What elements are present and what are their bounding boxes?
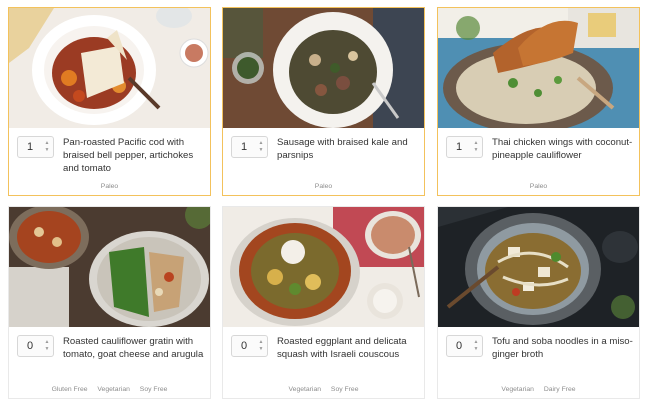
meal-info: 0 ▲ ▼ Roasted eggplant and delicata squas… <box>223 327 424 399</box>
diet-tag: Soy Free <box>330 386 359 393</box>
quantity-value[interactable]: 1 <box>447 137 471 157</box>
meal-photo <box>438 8 639 128</box>
quantity-stepper[interactable]: 0 ▲ ▼ <box>446 335 483 357</box>
meal-photo <box>9 8 210 128</box>
up-down-arrows-icon[interactable]: ▲ ▼ <box>473 140 479 154</box>
meal-info: 0 ▲ ▼ Tofu and soba noodles in a miso-gin… <box>438 327 639 399</box>
up-down-arrows-icon[interactable]: ▲ ▼ <box>44 140 50 154</box>
quantity-stepper[interactable]: 1 ▲ ▼ <box>446 136 483 158</box>
diet-tag: Paleo <box>100 183 119 190</box>
up-down-arrows-icon[interactable]: ▲ ▼ <box>473 339 479 353</box>
meal-tags: Paleo <box>223 183 424 190</box>
up-down-arrows-icon[interactable]: ▲ ▼ <box>44 339 50 353</box>
quantity-stepper[interactable]: 0 ▲ ▼ <box>17 335 54 357</box>
meal-title: Roasted eggplant and delicata squash wit… <box>277 336 407 361</box>
meal-photo <box>223 8 424 128</box>
meal-info: 1 ▲ ▼ Sausage with braised kale and parsn… <box>223 128 424 196</box>
quantity-stepper[interactable]: 1 ▲ ▼ <box>17 136 54 158</box>
quantity-stepper[interactable]: 1 ▲ ▼ <box>231 136 268 158</box>
diet-tag: Dairy Free <box>543 386 576 393</box>
meal-info: 0 ▲ ▼ Roasted cauliflower gratin with tom… <box>9 327 210 399</box>
quantity-value[interactable]: 0 <box>18 336 42 356</box>
meal-grid: 1 ▲ ▼ Pan-roasted Pacific cod with braise… <box>0 0 648 403</box>
meal-title: Roasted cauliflower gratin with tomato, … <box>63 336 204 361</box>
meal-info: 1 ▲ ▼ Thai chicken wings with coconut-pin… <box>438 128 639 196</box>
meal-tags: Gluten Free Vegetarian Soy Free <box>9 386 210 393</box>
meal-title: Pan-roasted Pacific cod with braised bel… <box>63 137 194 175</box>
meal-card[interactable]: 0 ▲ ▼ Tofu and soba noodles in a miso-gin… <box>437 206 640 399</box>
meal-card[interactable]: 1 ▲ ▼ Pan-roasted Pacific cod with braise… <box>8 7 211 196</box>
meal-photo <box>438 207 639 327</box>
quantity-value[interactable]: 0 <box>447 336 471 356</box>
meal-title: Tofu and soba noodles in a miso-ginger b… <box>492 336 633 361</box>
meal-tags: Vegetarian Dairy Free <box>438 386 639 393</box>
meal-card[interactable]: 0 ▲ ▼ Roasted cauliflower gratin with tom… <box>8 206 211 399</box>
meal-photo <box>9 207 210 327</box>
diet-tag: Vegetarian <box>501 386 534 393</box>
meal-card[interactable]: 1 ▲ ▼ Thai chicken wings with coconut-pin… <box>437 7 640 196</box>
meal-title: Sausage with braised kale and parsnips <box>277 137 408 162</box>
diet-tag: Soy Free <box>139 386 168 393</box>
diet-tag: Vegetarian <box>288 386 322 393</box>
quantity-stepper[interactable]: 0 ▲ ▼ <box>231 335 268 357</box>
meal-tags: Paleo <box>438 183 639 190</box>
diet-tag: Gluten Free <box>51 386 88 393</box>
meal-title: Thai chicken wings with coconut-pineappl… <box>492 137 633 162</box>
meal-card[interactable]: 0 ▲ ▼ Roasted eggplant and delicata squas… <box>222 206 425 399</box>
up-down-arrows-icon[interactable]: ▲ ▼ <box>258 339 264 353</box>
meal-card[interactable]: 1 ▲ ▼ Sausage with braised kale and parsn… <box>222 7 425 196</box>
quantity-value[interactable]: 0 <box>232 336 256 356</box>
diet-tag: Paleo <box>529 183 548 190</box>
quantity-value[interactable]: 1 <box>232 137 256 157</box>
meal-tags: Vegetarian Soy Free <box>223 386 424 393</box>
diet-tag: Vegetarian <box>97 386 130 393</box>
meal-info: 1 ▲ ▼ Pan-roasted Pacific cod with braise… <box>9 128 210 196</box>
up-down-arrows-icon[interactable]: ▲ ▼ <box>258 140 264 154</box>
diet-tag: Paleo <box>314 183 333 190</box>
meal-tags: Paleo <box>9 183 210 190</box>
quantity-value[interactable]: 1 <box>18 137 42 157</box>
meal-photo <box>223 207 424 327</box>
